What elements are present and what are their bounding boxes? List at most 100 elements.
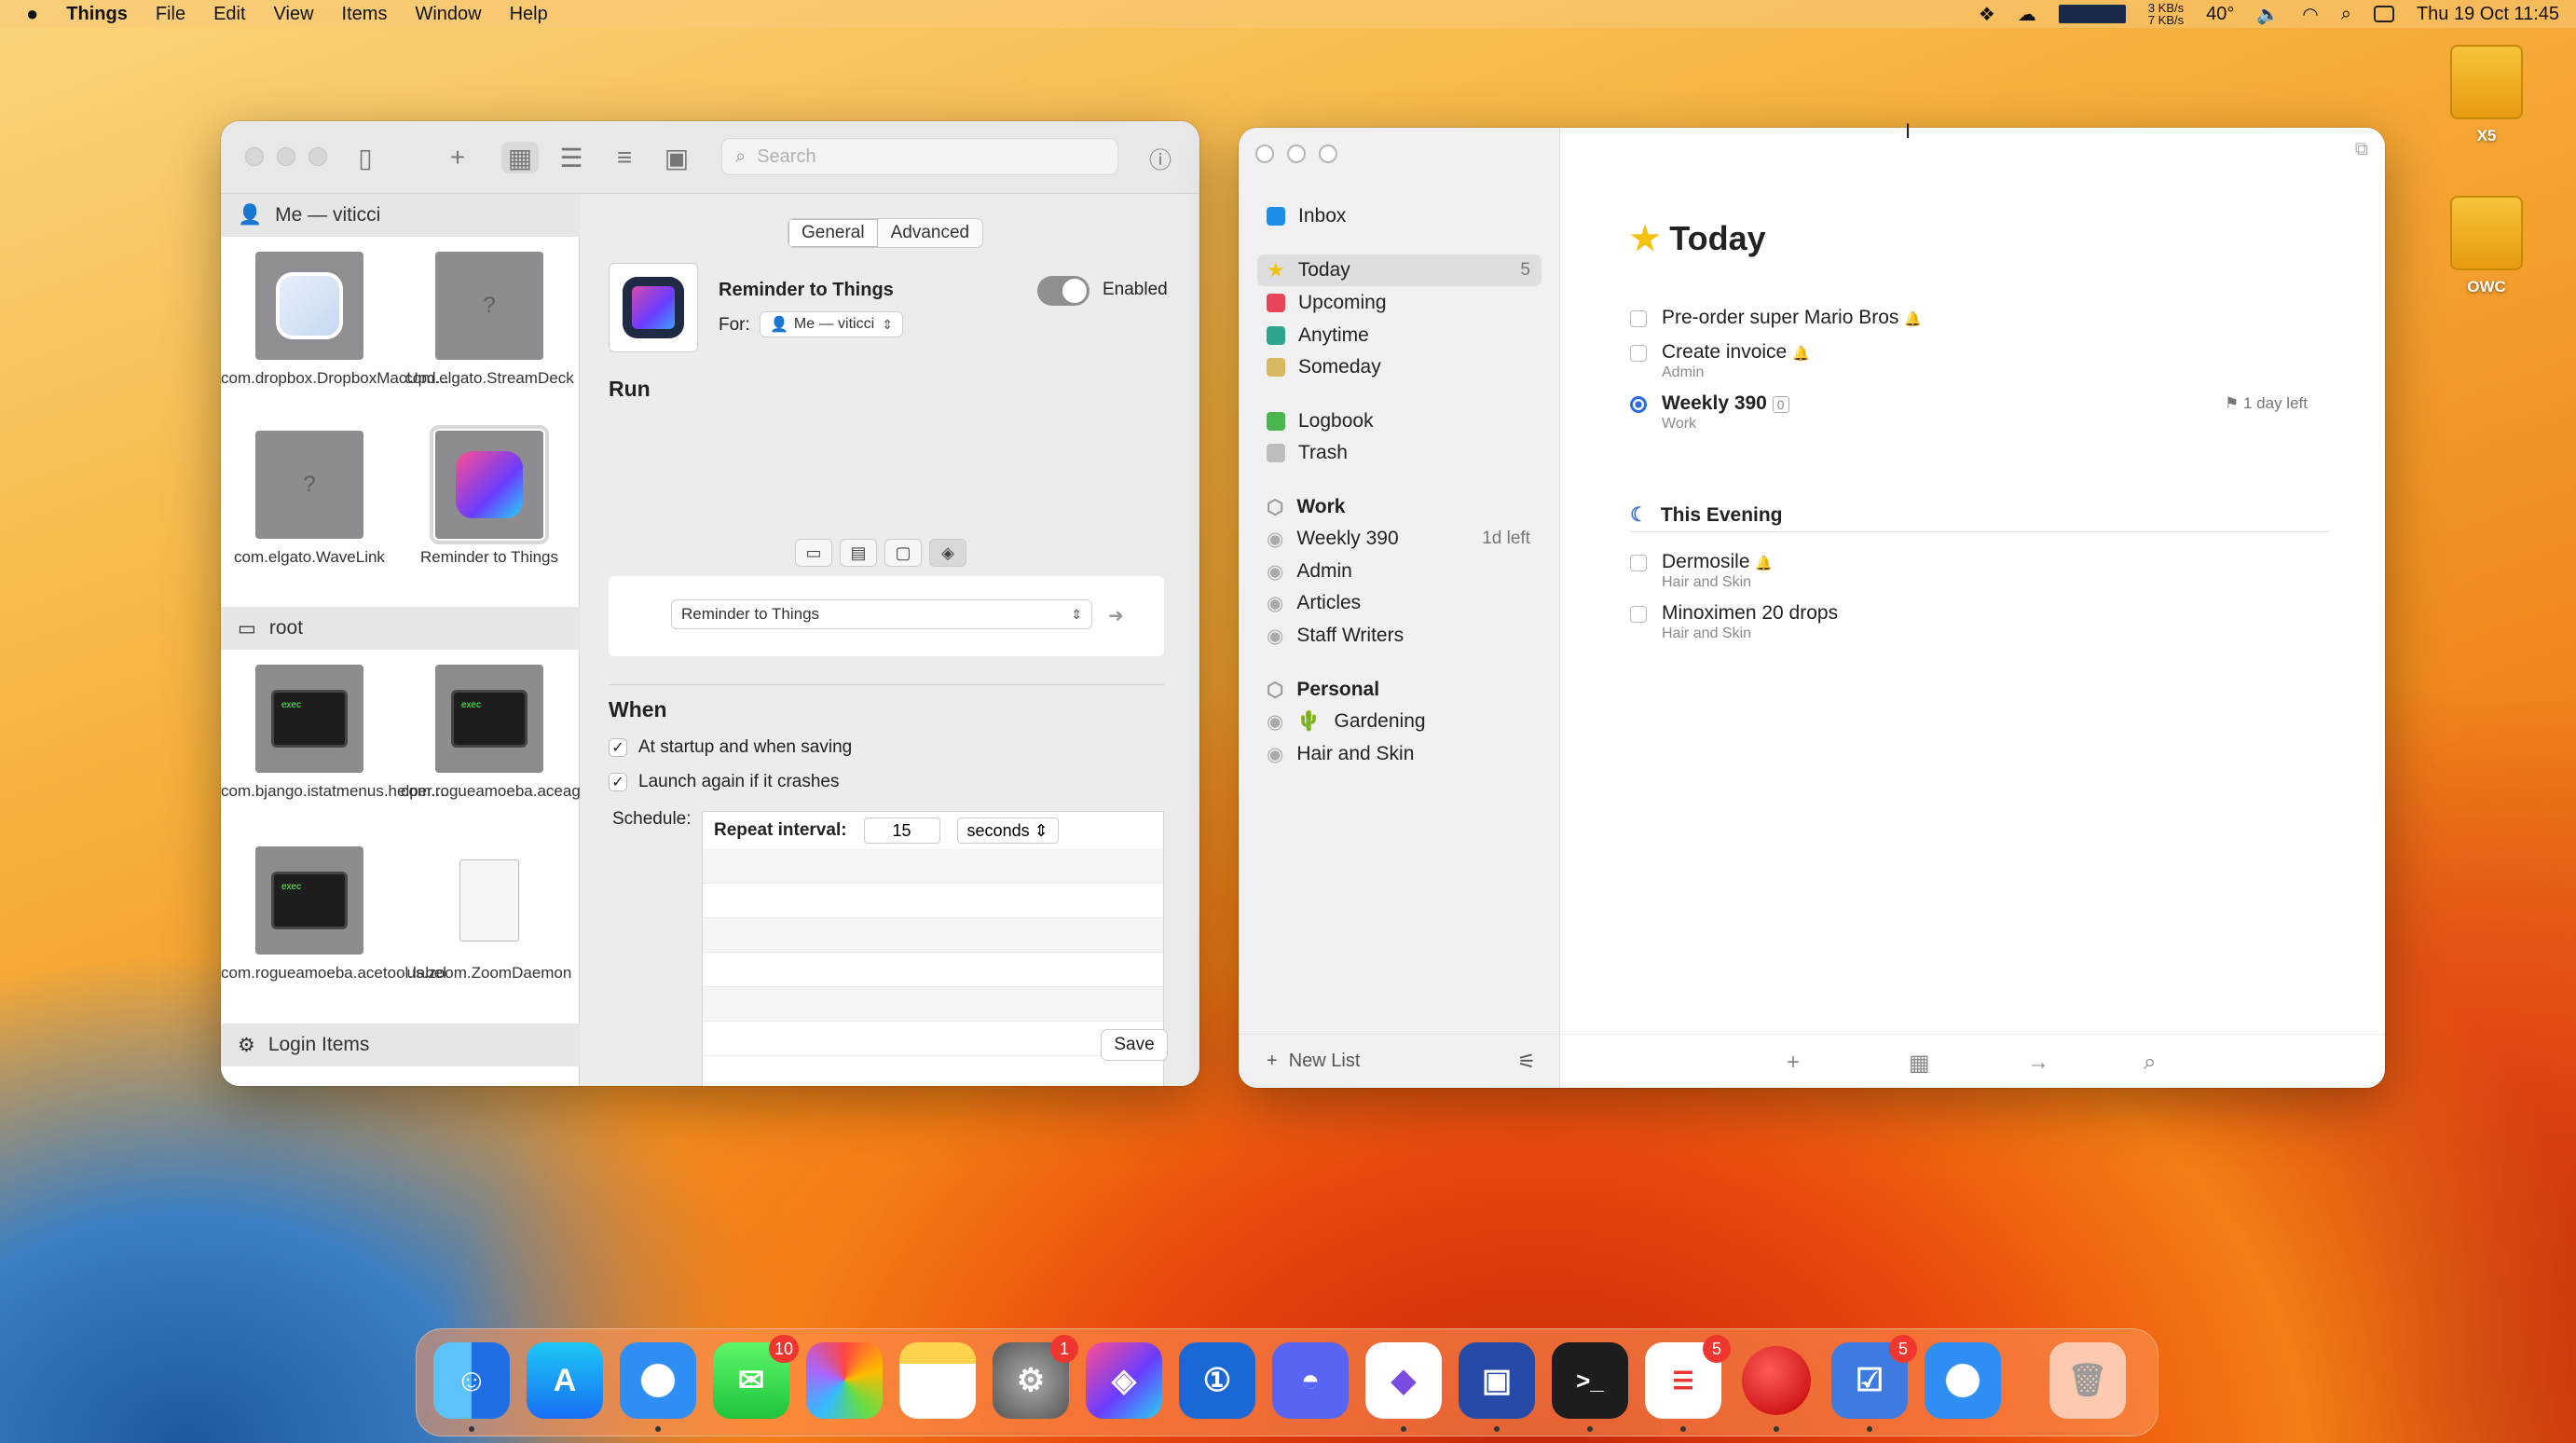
task-checkbox[interactable] <box>1630 345 1647 362</box>
sidebar-item-upcoming[interactable]: Upcoming <box>1257 287 1541 319</box>
messages-icon[interactable]: ✉ 10 <box>713 1335 799 1419</box>
when-calendar-icon[interactable]: ▦ <box>1909 1050 1930 1077</box>
new-list-button[interactable]: New List <box>1289 1051 1361 1072</box>
dropbox-icon[interactable]: ❖ <box>1979 3 1995 26</box>
relaunch-checkbox[interactable]: ✓ Launch again if it crashes <box>609 772 839 792</box>
sidebar-project-gardening[interactable]: ◉ 🌵 Gardening <box>1257 706 1541 737</box>
task-checkbox[interactable] <box>1630 310 1647 327</box>
sidebar-project-articles[interactable]: ◉ Articles <box>1257 587 1541 619</box>
project-progress-icon[interactable] <box>1630 396 1647 413</box>
menu-file[interactable]: File <box>156 4 185 25</box>
minimize-button[interactable] <box>1287 144 1306 163</box>
notes-icon[interactable] <box>899 1342 976 1419</box>
schedule-row[interactable] <box>703 953 1163 987</box>
terminal-icon[interactable]: >_ <box>1552 1342 1628 1432</box>
photos-icon[interactable] <box>806 1342 883 1419</box>
apple-icon[interactable]: ● <box>26 2 38 26</box>
add-todo-icon[interactable]: + <box>1787 1050 1800 1076</box>
task-checkbox[interactable] <box>1630 606 1647 623</box>
repeat-interval-field[interactable]: 15 <box>863 818 940 844</box>
app-store-icon[interactable]: A <box>527 1342 603 1419</box>
task-item[interactable]: Dermosile 🔔 Hair and Skin <box>1630 551 1773 591</box>
grid-view-icon[interactable]: ▦ <box>501 142 539 173</box>
1password-icon[interactable]: ① <box>1179 1342 1255 1419</box>
tab-advanced[interactable]: Advanced <box>878 219 983 247</box>
sidebar-item-inbox[interactable]: Inbox <box>1257 200 1541 232</box>
desktop-drive-owc[interactable]: OWC <box>2440 196 2533 296</box>
enabled-toggle[interactable] <box>1037 276 1089 306</box>
sidebar-toggle-icon[interactable]: ▯ <box>347 142 384 173</box>
close-button[interactable] <box>1255 144 1274 163</box>
record-icon[interactable] <box>1738 1342 1815 1432</box>
sidebar-project-weekly[interactable]: ◉ Weekly 390 1d left <box>1257 523 1541 555</box>
app-icon[interactable]: ▢ <box>884 539 922 567</box>
sidebar-item-anytime[interactable]: Anytime <box>1257 320 1541 351</box>
menu-items[interactable]: Items <box>342 4 388 25</box>
terminal-icon[interactable]: ▭ <box>795 539 832 567</box>
minimize-button[interactable] <box>277 147 295 166</box>
desktop-drive-x5[interactable]: X5 <box>2440 45 2533 145</box>
task-item[interactable]: Pre-order super Mario Bros 🔔 <box>1630 307 1922 329</box>
volume-icon[interactable]: 🔈 <box>2256 3 2280 26</box>
menu-view[interactable]: View <box>274 4 314 25</box>
cloud-icon[interactable]: ☁ <box>2018 3 2036 26</box>
wifi-icon[interactable]: ◠ <box>2302 3 2318 26</box>
safari-tech-preview-icon[interactable]: ✧ <box>1925 1342 2001 1419</box>
sidebar-project-staff-writers[interactable]: ◉ Staff Writers <box>1257 620 1541 652</box>
task-checkbox[interactable] <box>1630 555 1647 571</box>
job-tile[interactable]: exec com.rogueamoeba.aceagent.la... <box>401 665 633 801</box>
menu-edit[interactable]: Edit <box>213 4 245 25</box>
job-tile[interactable]: exec com.bjango.istatmenus.helper.... <box>221 665 449 801</box>
sidebar-item-someday[interactable]: Someday <box>1257 351 1541 383</box>
shortcuts-icon[interactable]: ◈ <box>929 539 966 567</box>
menu-app-name[interactable]: Things <box>66 4 128 25</box>
close-button[interactable] <box>245 147 264 166</box>
task-item[interactable]: Minoximen 20 drops Hair and Skin <box>1630 602 1838 642</box>
finder-icon[interactable]: ☺ <box>433 1342 510 1432</box>
sidebar-project-admin[interactable]: ◉ Admin <box>1257 556 1541 587</box>
shortcut-popup[interactable]: Reminder to Things ⇕ <box>671 599 1092 629</box>
plus-icon[interactable]: + <box>1267 1051 1278 1072</box>
system-settings-icon[interactable]: ⚙ 1 <box>993 1335 1078 1419</box>
job-tile[interactable]: exec com.rogueamoeba.acetool.label <box>221 846 446 983</box>
sidebar-item-logbook[interactable]: Logbook <box>1257 405 1541 437</box>
job-tile-selected[interactable]: Reminder to Things <box>401 425 578 567</box>
tab-general[interactable]: General <box>788 219 878 247</box>
add-icon[interactable]: + <box>439 142 476 173</box>
search-icon[interactable]: ⌕ <box>2144 1050 2156 1076</box>
omnifocus-icon[interactable]: ☑ 5 <box>1831 1335 1917 1432</box>
save-button[interactable]: Save <box>1101 1029 1168 1061</box>
calendar-icon[interactable]: ▣ <box>658 142 695 173</box>
sliders-icon[interactable]: ⚟ <box>1517 1050 1536 1074</box>
cpu-graph-icon[interactable] <box>2058 5 2126 23</box>
schedule-row[interactable] <box>703 849 1163 884</box>
repeat-unit-popup[interactable]: seconds ⇕ <box>956 818 1059 844</box>
zoom-button[interactable] <box>1319 144 1337 163</box>
schedule-row[interactable] <box>703 884 1163 918</box>
sidebar-area-work[interactable]: ⬡ Work <box>1257 491 1541 523</box>
search-field[interactable]: ⌕ Search <box>721 138 1118 175</box>
column-view-icon[interactable]: ≡ <box>606 142 643 173</box>
job-tile[interactable]: us.zoom.ZoomDaemon <box>401 846 578 983</box>
control-center-icon[interactable] <box>2373 6 2394 22</box>
task-item[interactable]: Create invoice 🔔 Admin <box>1630 341 1810 381</box>
job-tile[interactable]: ? com.elgato.StreamDeck <box>401 252 578 388</box>
obsidian-icon[interactable]: ◆ <box>1365 1342 1442 1432</box>
lingon-icon[interactable]: ▣ <box>1459 1342 1535 1432</box>
sidebar-area-personal[interactable]: ⬡ Personal <box>1257 674 1541 706</box>
reminders-icon[interactable]: ☰ 5 <box>1645 1335 1731 1432</box>
startup-checkbox[interactable]: ✓ At startup and when saving <box>609 737 852 758</box>
temperature[interactable]: 40° <box>2206 4 2234 25</box>
user-popup[interactable]: 👤 Me — viticci ⇕ <box>760 311 903 337</box>
list-view-icon[interactable]: ☰ <box>553 142 590 173</box>
schedule-row[interactable] <box>703 987 1163 1022</box>
script-icon[interactable]: ▤ <box>840 539 877 567</box>
network-stats[interactable]: 3 KB/s 7 KB/s <box>2148 2 2184 26</box>
sidebar-project-hair-skin[interactable]: ◉ Hair and Skin <box>1257 738 1541 770</box>
arrow-circle-icon[interactable]: ➜ <box>1108 604 1124 627</box>
job-tile[interactable]: com.dropbox.DropboxMacUpd... <box>221 252 449 388</box>
menu-help[interactable]: Help <box>510 4 548 25</box>
spotlight-icon[interactable]: ⌕ <box>2341 4 2351 25</box>
move-arrow-icon[interactable]: → <box>2027 1050 2049 1076</box>
shortcuts-icon[interactable]: ◈ <box>1086 1342 1162 1419</box>
